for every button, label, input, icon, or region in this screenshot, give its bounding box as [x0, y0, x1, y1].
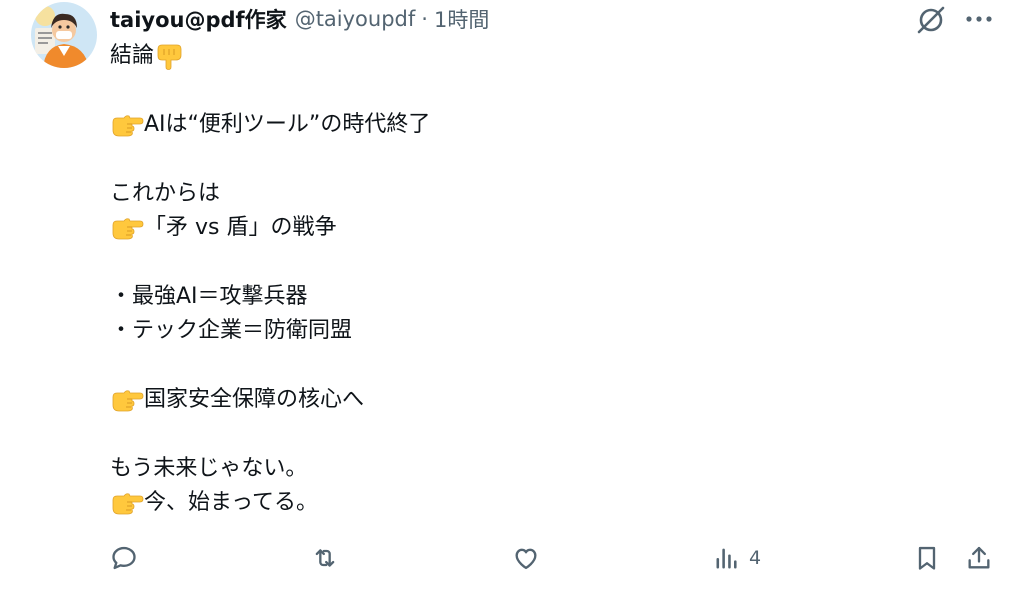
like-button[interactable]	[512, 540, 540, 576]
tweet-line: 国家安全保障の核心へ	[110, 383, 910, 417]
grok-icon[interactable]	[914, 3, 948, 37]
tweet-line: これからは	[110, 177, 910, 211]
bookmark-button[interactable]	[913, 540, 941, 576]
reply-icon	[112, 546, 136, 570]
tweet-line-text: 結論	[110, 43, 155, 68]
tweet-line: もう未来じゃない。	[110, 452, 910, 486]
point-right-emoji-icon	[110, 214, 144, 242]
tweet-line: ・テック企業＝防衛同盟	[110, 314, 910, 348]
tweet-line-text: これからは	[110, 180, 221, 206]
more-options-icon[interactable]	[962, 6, 996, 32]
reply-button[interactable]	[110, 540, 138, 576]
tweet-line-text: 「矛 vs 盾」の戦争	[144, 214, 337, 240]
tweet-line-text: ・テック企業＝防衛同盟	[110, 318, 353, 344]
share-button[interactable]	[965, 540, 993, 576]
share-icon	[968, 546, 990, 569]
tweet-line-text: ・最強AI＝攻撃兵器	[110, 283, 308, 309]
tweet-line: AIは“便利ツール”の時代終了	[110, 108, 910, 142]
like-icon	[515, 548, 537, 570]
tweet-text: 結論 AIは“便利ツール”の時代終了これからは「矛 vs 盾」の戦争・最強AI＝攻…	[110, 39, 910, 520]
author-name[interactable]: taiyou@pdf作家	[110, 4, 287, 34]
avatar[interactable]	[31, 2, 97, 68]
timestamp[interactable]: 1時間	[434, 4, 489, 34]
retweet-icon	[315, 549, 335, 567]
point-right-emoji-icon	[110, 489, 144, 517]
tweet-line-text: もう未来じゃない。	[110, 455, 308, 481]
retweet-button[interactable]	[311, 540, 339, 576]
tweet-line: 「矛 vs 盾」の戦争	[110, 211, 910, 245]
point-right-emoji-icon	[110, 386, 144, 414]
views-icon	[716, 548, 737, 569]
point-right-emoji-icon	[110, 111, 144, 139]
author-handle[interactable]: @taiyoupdf	[295, 7, 416, 31]
tweet-line-text: AIは“便利ツール”の時代終了	[144, 111, 431, 137]
bookmark-icon	[918, 546, 936, 570]
header-separator: ·	[421, 7, 428, 31]
views-count: 4	[749, 547, 762, 569]
tweet-line: 結論	[110, 39, 910, 73]
avatar-image	[31, 2, 97, 68]
point-down-emoji-icon	[154, 42, 188, 71]
tweet-line-text: 今、始まってる。	[144, 490, 319, 516]
tweet-line: ・最強AI＝攻撃兵器	[110, 280, 910, 314]
tweet-line-text: 国家安全保障の核心へ	[144, 386, 365, 412]
tweet-header: taiyou@pdf作家 @taiyoupdf · 1時間	[110, 4, 489, 34]
tweet-line: 今、始まってる。	[110, 486, 910, 520]
views-button[interactable]: 4	[713, 540, 761, 576]
